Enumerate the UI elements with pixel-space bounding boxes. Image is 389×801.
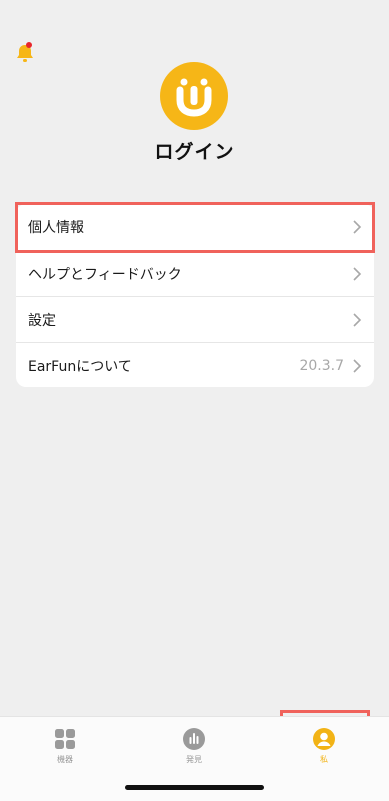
tab-label: 私	[320, 755, 328, 764]
menu-item-label: ヘルプとフィードバック	[28, 266, 182, 283]
tab-me[interactable]: 私	[284, 727, 364, 765]
notification-bell[interactable]	[14, 42, 36, 64]
chevron-right-icon	[352, 266, 362, 281]
home-indicator[interactable]	[125, 785, 264, 790]
grid-icon	[53, 727, 77, 751]
tab-devices[interactable]: 機器	[25, 727, 105, 765]
menu-item-settings[interactable]: 設定	[16, 296, 374, 342]
chevron-right-icon	[352, 358, 362, 373]
bell-icon	[17, 45, 33, 62]
notification-dot	[26, 42, 32, 48]
chevron-right-icon	[352, 312, 362, 327]
earfun-logo-icon	[176, 78, 212, 117]
menu-item-personal-info[interactable]: 個人情報	[16, 204, 374, 250]
app-version: 20.3.7	[299, 357, 344, 374]
chevron-right-icon	[352, 220, 362, 234]
menu-item-help-feedback[interactable]: ヘルプとフィードバック	[16, 250, 374, 296]
tab-discover[interactable]: 発見	[154, 727, 234, 765]
tab-label: 機器	[57, 755, 73, 764]
earfun-logo[interactable]	[160, 62, 228, 130]
settings-menu: 個人情報 ヘルプとフィードバック 設定 EarFunについて 20.3.7	[16, 204, 374, 387]
login-label[interactable]: ログイン	[0, 137, 389, 164]
bars-icon	[182, 727, 206, 751]
menu-item-label: 個人情報	[28, 220, 84, 236]
menu-item-label: EarFunについて	[28, 358, 132, 375]
tab-label: 発見	[186, 755, 202, 764]
menu-item-label: 設定	[28, 312, 56, 329]
menu-item-about[interactable]: EarFunについて 20.3.7	[16, 342, 374, 387]
person-icon	[312, 727, 336, 751]
